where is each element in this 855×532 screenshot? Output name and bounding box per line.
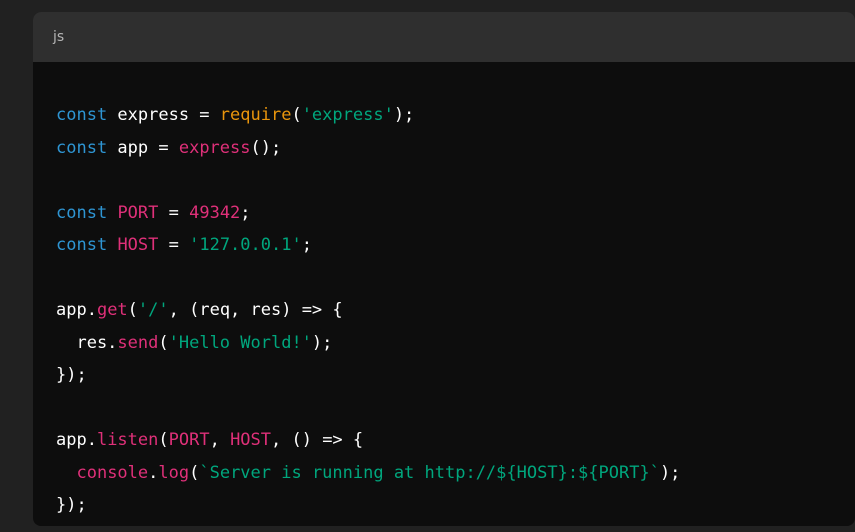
code-line: });	[56, 359, 855, 392]
identifier-token: HOST	[117, 235, 159, 255]
keyword-token: const	[56, 137, 108, 158]
keyword-token: const	[56, 202, 108, 223]
code-token: );	[393, 105, 415, 125]
code-block-header: js	[33, 12, 855, 62]
code-token: , () => {	[271, 430, 364, 450]
keyword-token: const	[56, 235, 108, 255]
code-token: ;	[240, 202, 251, 223]
identifier-token: 49342	[189, 202, 241, 223]
identifier-token: PORT	[168, 430, 210, 450]
code-token: ();	[250, 137, 282, 158]
identifier-token: listen	[96, 430, 159, 450]
string-token: 'express'	[301, 105, 394, 125]
identifier-token: PORT	[117, 202, 159, 223]
code-token: });	[56, 365, 87, 385]
string-token: `Server is running at http://${HOST}:${P…	[199, 462, 660, 483]
code-token: });	[56, 495, 87, 515]
code-line: const PORT = 49342;	[56, 197, 855, 230]
string-token: '127.0.0.1'	[189, 235, 302, 255]
identifier-token: console	[76, 462, 149, 483]
string-token: 'Hello World!'	[168, 332, 312, 353]
code-line: app.get('/', (req, res) => {	[56, 294, 855, 327]
code-token: (	[291, 105, 302, 125]
code-token: ;	[301, 235, 312, 255]
identifier-token: HOST	[230, 430, 272, 450]
code-block: js const express = require('express'); co…	[33, 12, 855, 526]
identifier-token: log	[158, 462, 190, 483]
code-line: });	[56, 489, 855, 522]
code-token: =	[158, 235, 190, 255]
code-token: );	[659, 462, 681, 483]
code-token: =	[158, 202, 190, 223]
code-line: res.send('Hello World!');	[56, 327, 855, 360]
code-line: console.log(`Server is running at http:/…	[56, 457, 855, 490]
code-token: (	[189, 462, 200, 483]
identifier-token: send	[117, 332, 159, 353]
builtin-token: require	[219, 105, 292, 125]
keyword-token: const	[56, 105, 108, 125]
code-token: (	[158, 332, 169, 353]
code-line: const HOST = '127.0.0.1';	[56, 229, 855, 262]
code-token: app =	[107, 137, 179, 158]
code-token: .	[148, 462, 159, 483]
code-language-label: js	[53, 29, 65, 45]
code-token: ,	[209, 430, 231, 450]
identifier-token: express	[178, 137, 251, 158]
identifier-token: get	[96, 300, 128, 320]
code-line: const app = express();	[56, 132, 855, 165]
string-token: '/'	[137, 300, 169, 320]
code-content[interactable]: const express = require('express'); const…	[56, 99, 855, 522]
code-token: , (req, res) => {	[168, 300, 343, 320]
code-token: (	[127, 300, 138, 320]
code-token: app.	[56, 430, 97, 450]
code-token: app.	[56, 300, 97, 320]
code-line: const express = require('express');	[56, 99, 855, 132]
code-token: (	[158, 430, 169, 450]
code-token: );	[311, 332, 333, 353]
code-token: res.	[56, 332, 118, 353]
code-line: app.listen(PORT, HOST, () => {	[56, 424, 855, 457]
code-token: express =	[107, 105, 220, 125]
